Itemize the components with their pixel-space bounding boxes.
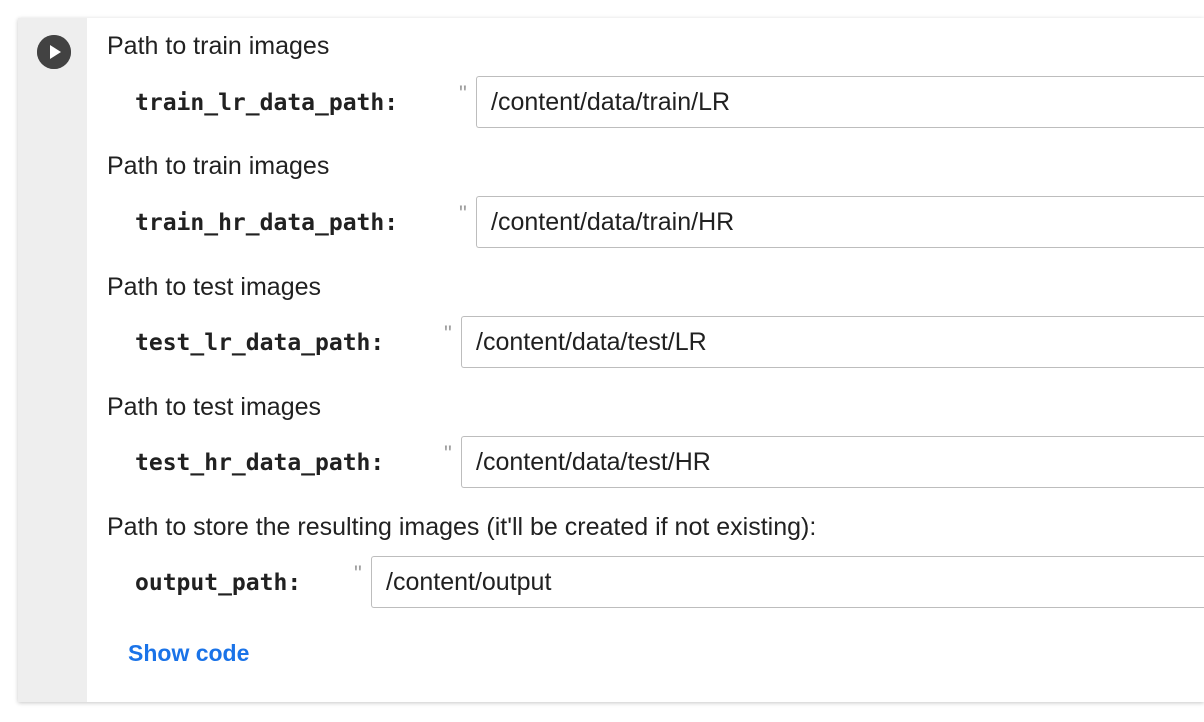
train-lr-data-path-input[interactable] [476,76,1204,128]
string-quote-mark: " [459,201,467,226]
test-hr-data-path-input[interactable] [461,436,1204,488]
show-code-link[interactable]: Show code [128,640,249,667]
param-name: train_hr_data_path: [135,210,399,236]
string-quote-mark: " [354,561,362,586]
param-name: test_hr_data_path: [135,450,385,476]
output-path-input[interactable] [371,556,1204,608]
field-description: Path to test images [107,273,322,301]
test-lr-data-path-input[interactable] [461,316,1204,368]
cell-gutter [18,18,87,702]
field-description: Path to test images [107,393,322,421]
notebook-cell: Path to train images train_lr_data_path:… [18,18,1204,702]
string-quote-mark: " [444,441,452,466]
param-name: train_lr_data_path: [135,90,399,116]
field-description: Path to train images [107,152,330,180]
param-name: output_path: [135,570,302,596]
string-quote-mark: " [444,321,452,346]
field-description: Path to train images [107,32,330,60]
play-circle-icon [37,35,71,69]
run-cell-button[interactable] [37,35,71,69]
string-quote-mark: " [459,81,467,106]
param-name: test_lr_data_path: [135,330,385,356]
cell-form: Path to train images train_lr_data_path:… [107,18,1204,702]
train-hr-data-path-input[interactable] [476,196,1204,248]
field-description: Path to store the resulting images (it'l… [107,513,817,541]
